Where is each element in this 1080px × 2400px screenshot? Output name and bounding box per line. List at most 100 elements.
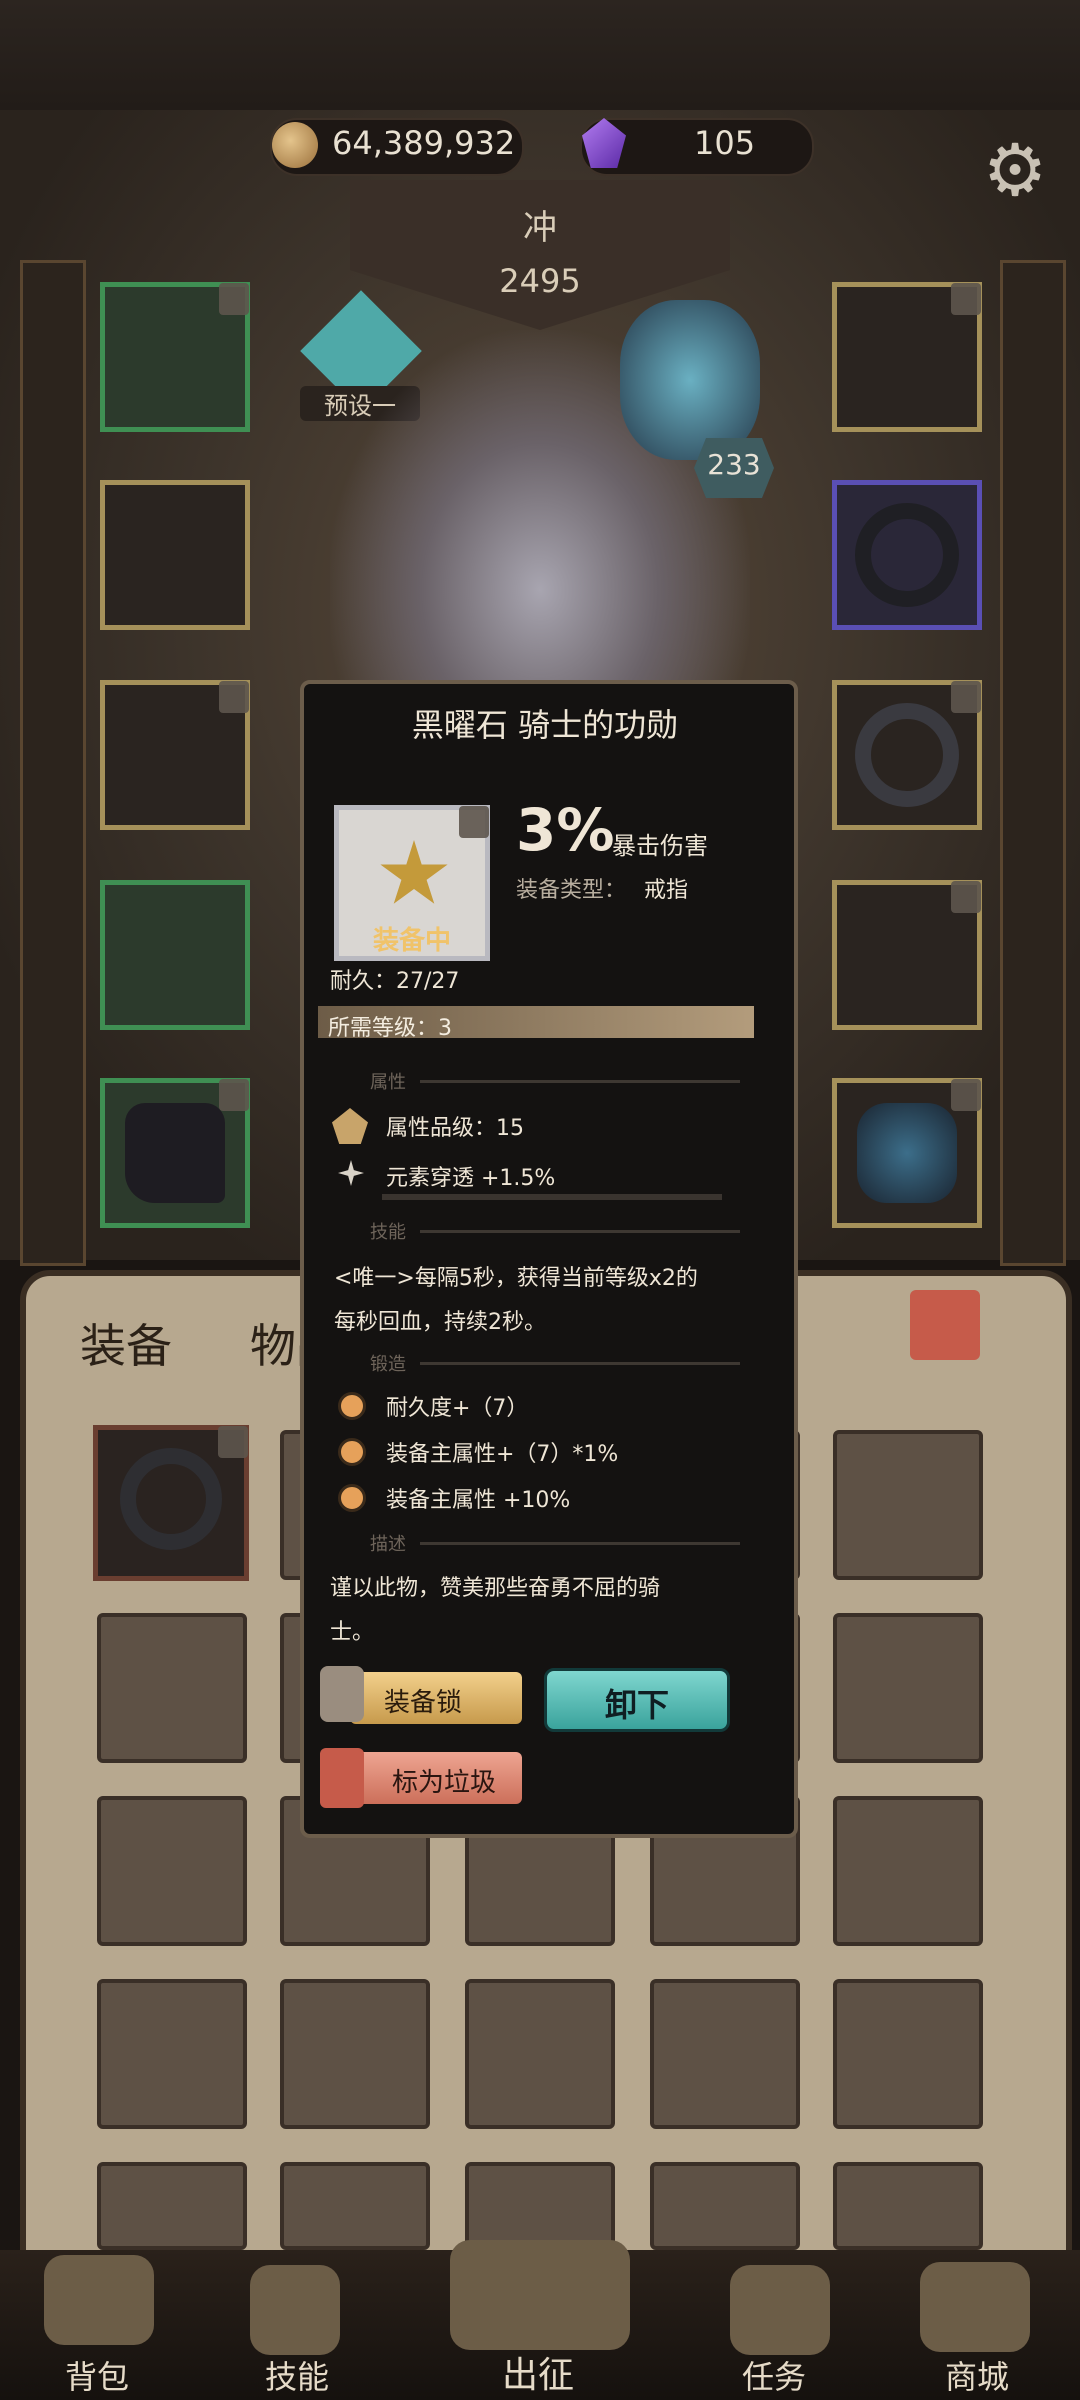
top-bar: [0, 0, 1080, 110]
tab-equipment[interactable]: 装备: [80, 1310, 172, 1376]
ring-icon: [120, 1448, 222, 1550]
inventory-slot[interactable]: [465, 2162, 615, 2250]
gem-amount: 105: [694, 124, 756, 162]
inventory-slot[interactable]: [833, 1979, 983, 2129]
lock-icon: [219, 681, 249, 713]
equip-slot-cloak[interactable]: [100, 680, 250, 830]
equip-slot-ring-1[interactable]: [832, 480, 982, 630]
pet-level: 233: [707, 448, 761, 481]
inventory-slot[interactable]: [465, 1979, 615, 2129]
inventory-slot[interactable]: [280, 2162, 430, 2250]
inventory-ring-item[interactable]: [93, 1425, 249, 1581]
lock-icon: [459, 806, 489, 838]
divider: [420, 1230, 740, 1233]
equip-slot-offhand[interactable]: [832, 880, 982, 1030]
item-name: 黑曜石 骑士的功勋: [411, 706, 679, 744]
mark-trash-button[interactable]: 标为垃圾: [350, 1752, 522, 1804]
forge-line-3: 装备主属性 +10%: [386, 1488, 571, 1513]
trash-can-icon: [320, 1748, 364, 1808]
nav-bag[interactable]: 背包: [65, 2352, 129, 2398]
shop-icon[interactable]: [920, 2262, 1030, 2352]
bag-icon[interactable]: [44, 2255, 154, 2345]
star-icon: [380, 840, 448, 904]
left-frame: [20, 260, 86, 1266]
attr-progress: [382, 1194, 722, 1200]
forge-line-2: 装备主属性+（7）*1%: [386, 1442, 619, 1467]
skill-text-2: 每秒回血，持续2秒。: [334, 1310, 546, 1335]
item-type-value: 戒指: [644, 878, 689, 903]
forge-bullet-icon: [338, 1484, 366, 1512]
inventory-slot[interactable]: [833, 1613, 983, 1763]
item-type-label: 装备类型：: [516, 878, 627, 903]
ring-icon: [855, 503, 959, 607]
task-icon[interactable]: [730, 2265, 830, 2355]
lock-icon: [219, 283, 249, 315]
inventory-slot[interactable]: [833, 2162, 983, 2250]
unequip-button-label: 卸下: [605, 1686, 670, 1724]
rank-label: 冲: [523, 208, 557, 248]
helmet-icon: [857, 1103, 957, 1203]
nav-skill[interactable]: 技能: [265, 2352, 329, 2398]
attr-element: 元素穿透 +1.5%: [386, 1166, 556, 1191]
boots-icon: [125, 1103, 225, 1203]
required-level: 所需等级：3: [328, 1016, 452, 1041]
section-attr: 属性: [370, 1072, 406, 1093]
inventory-slot[interactable]: [97, 1613, 247, 1763]
equip-slot-boots[interactable]: [100, 1078, 250, 1228]
lock-button-label: 装备锁: [384, 1688, 463, 1718]
section-skill: 技能: [370, 1222, 406, 1243]
inventory-slot[interactable]: [650, 2162, 800, 2250]
stat-name: 暴击伤害: [612, 832, 708, 860]
divider: [420, 1362, 740, 1365]
gold-amount: 64,389,932: [332, 124, 516, 162]
nav-expedition[interactable]: 出征: [502, 2346, 574, 2398]
rank-score: 2495: [499, 262, 581, 300]
nav-shop[interactable]: 商城: [945, 2352, 1009, 2398]
lock-icon: [951, 1079, 981, 1111]
inventory-slot[interactable]: [833, 1796, 983, 1946]
divider: [420, 1080, 740, 1083]
unequip-button[interactable]: 卸下: [544, 1668, 730, 1732]
stat-value: 3%: [516, 796, 615, 864]
skill-book-icon[interactable]: [250, 2265, 340, 2355]
gold-coin-icon: [272, 122, 318, 168]
desc-text-1: 谨以此物，赞美那些奋勇不屈的骑: [330, 1576, 661, 1601]
inventory-slot[interactable]: [833, 1430, 983, 1580]
equip-slot-ring-2[interactable]: [832, 680, 982, 830]
equip-slot-armor[interactable]: [100, 480, 250, 630]
inventory-slot[interactable]: [650, 1979, 800, 2129]
lock-icon: [219, 1079, 249, 1111]
settings-gear-icon[interactable]: ⚙: [975, 130, 1055, 210]
pet-icon[interactable]: [620, 300, 760, 460]
right-frame: [1000, 260, 1066, 1266]
section-forge: 锻造: [370, 1354, 406, 1375]
inventory-slot[interactable]: [97, 1796, 247, 1946]
equipped-label: 装备中: [372, 926, 451, 956]
forge-bullet-icon: [338, 1438, 366, 1466]
durability: 耐久：27/27: [330, 969, 460, 994]
padlock-icon: [320, 1666, 364, 1722]
lock-button[interactable]: 装备锁: [350, 1672, 522, 1724]
lock-icon: [951, 881, 981, 913]
attr-grade: 属性品级：15: [386, 1116, 524, 1141]
inventory-slot[interactable]: [97, 2162, 247, 2250]
lock-icon: [951, 681, 981, 713]
equip-slot-pants[interactable]: [100, 880, 250, 1030]
equip-slot-weapon[interactable]: [100, 282, 250, 432]
mark-trash-button-label: 标为垃圾: [392, 1768, 497, 1798]
skill-text-1: <唯一>每隔5秒，获得当前等级x2的: [334, 1266, 698, 1291]
lock-icon: [951, 283, 981, 315]
inventory-slot[interactable]: [97, 1979, 247, 2129]
desc-text-2: 士。: [330, 1620, 375, 1645]
lock-icon: [218, 1426, 248, 1458]
trash-icon[interactable]: [910, 1290, 980, 1360]
forge-line-1: 耐久度+（7）: [386, 1396, 529, 1421]
equip-slot-helmet[interactable]: [832, 1078, 982, 1228]
divider: [420, 1542, 740, 1545]
expedition-icon[interactable]: [450, 2240, 630, 2350]
forge-bullet-icon: [338, 1392, 366, 1420]
equip-slot-amulet[interactable]: [832, 282, 982, 432]
star-ring-icon: [855, 703, 959, 807]
inventory-slot[interactable]: [280, 1979, 430, 2129]
nav-task[interactable]: 任务: [742, 2352, 806, 2398]
